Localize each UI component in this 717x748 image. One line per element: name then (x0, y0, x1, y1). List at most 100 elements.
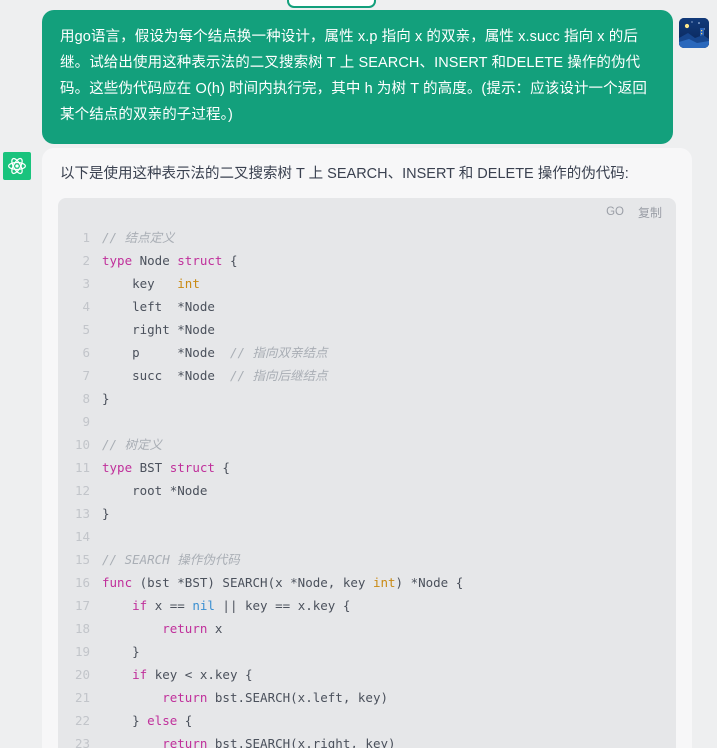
code-language-label: GO (606, 206, 624, 218)
code-line-number: 1 (82, 230, 90, 245)
partial-top-chip[interactable] (287, 0, 376, 8)
code-token: // 树定义 (102, 437, 163, 452)
code-token: return (162, 621, 208, 636)
assistant-avatar-atom (3, 152, 31, 180)
code-token: { (177, 713, 193, 728)
code-token: // 指向双亲结点 (229, 345, 328, 360)
code-line: 17 if x == nil || key == x.key { (58, 594, 676, 617)
code-token: { (222, 253, 238, 268)
code-line-number: 7 (82, 368, 90, 383)
code-token: key (102, 276, 178, 291)
code-token: struct (177, 253, 223, 268)
code-line-number: 17 (74, 598, 90, 613)
code-line-number: 9 (82, 414, 90, 429)
code-line: 13} (58, 502, 676, 525)
code-line: 15 // SEARCH 操作伪代码 (58, 548, 676, 571)
code-token: } (102, 713, 148, 728)
code-token: return (162, 690, 208, 705)
code-line-number: 10 (74, 437, 90, 452)
code-line-number: 4 (82, 299, 90, 314)
code-line-content: type BST struct { (102, 456, 676, 479)
code-line: 19 } (58, 640, 676, 663)
code-line: 23 return bst.SEARCH(x.right, key) (58, 732, 676, 748)
code-token: if (132, 598, 148, 613)
code-token: } (102, 644, 140, 659)
code-token: Node (132, 253, 178, 268)
code-token: right *Node (102, 322, 215, 337)
code-token: || key == x.key { (214, 598, 351, 613)
code-line-number: 6 (82, 345, 90, 360)
code-line-content: right *Node (102, 318, 676, 341)
code-token: x (207, 621, 223, 636)
chat-page: 用go语言，假设为每个结点换一种设计，属性 x.p 指向 x 的双亲，属性 x.… (0, 0, 717, 748)
code-line-content: // 树定义 (102, 433, 676, 456)
code-line: 21 return bst.SEARCH(x.left, key) (58, 686, 676, 709)
code-block-body[interactable]: 1// 结点定义 2 type Node struct {3 key int 4 le… (58, 226, 676, 748)
code-line-content: func (bst *BST) SEARCH(x *Node, key int)… (102, 571, 676, 594)
code-line: 2 type Node struct { (58, 249, 676, 272)
code-line-content: succ *Node // 指向后继结点 (102, 364, 676, 387)
code-token: key < x.key { (147, 667, 253, 682)
code-line-content: if key < x.key { (102, 663, 676, 686)
code-token: struct (169, 460, 215, 475)
code-line-content: key int (102, 272, 676, 295)
code-line-number: 16 (74, 575, 90, 590)
code-line-number: 19 (74, 644, 90, 659)
code-line-content: // SEARCH 操作伪代码 (102, 548, 676, 571)
code-token: nil (192, 598, 215, 613)
code-token: bst.SEARCH(x.right, key) (207, 736, 396, 748)
code-line-content: } else { (102, 709, 676, 732)
code-line: 20 if key < x.key { (58, 663, 676, 686)
code-token: ) *Node { (395, 575, 464, 590)
code-line-content: return bst.SEARCH(x.left, key) (102, 686, 676, 709)
code-token: } (102, 391, 110, 406)
code-token: BST (132, 460, 170, 475)
user-message-bubble: 用go语言，假设为每个结点换一种设计，属性 x.p 指向 x 的双亲，属性 x.… (42, 10, 673, 144)
code-token: else (147, 713, 178, 728)
code-line: 1 // 结点定义 (58, 226, 676, 249)
code-line: 18 return x (58, 617, 676, 640)
code-line: 8} (58, 387, 676, 410)
code-line: 12 root *Node (58, 479, 676, 502)
code-token: return (162, 736, 208, 748)
user-avatar-night-sky[interactable] (679, 18, 709, 48)
code-line-number: 11 (74, 460, 90, 475)
code-line: 16 func (bst *BST) SEARCH(x *Node, key in… (58, 571, 676, 594)
code-token: // 结点定义 (102, 230, 175, 245)
code-token: x == (147, 598, 193, 613)
code-token: root *Node (102, 483, 208, 498)
code-line: 6 p *Node // 指向双亲结点 (58, 341, 676, 364)
code-line-number: 14 (74, 529, 90, 544)
code-line-content: } (102, 640, 676, 663)
code-token: // SEARCH 操作伪代码 (102, 552, 240, 567)
code-line-content: if x == nil || key == x.key { (102, 594, 676, 617)
code-line-number: 2 (82, 253, 90, 268)
code-line: 10 // 树定义 (58, 433, 676, 456)
code-token: func (102, 575, 133, 590)
code-line: 14 (58, 525, 676, 548)
code-line-number: 3 (82, 276, 90, 291)
code-line: 7 succ *Node // 指向后继结点 (58, 364, 676, 387)
code-line: 9 (58, 410, 676, 433)
code-line: 3 key int (58, 272, 676, 295)
code-line-content: p *Node // 指向双亲结点 (102, 341, 676, 364)
code-line-content: type Node struct { (102, 249, 676, 272)
code-line-content (102, 525, 676, 548)
code-line: 11 type BST struct { (58, 456, 676, 479)
copy-code-button[interactable]: 复制 (638, 204, 662, 221)
code-block-header: GO 复制 (58, 198, 676, 226)
code-token: { (214, 460, 230, 475)
code-line-number: 22 (74, 713, 90, 728)
code-line-number: 18 (74, 621, 90, 636)
assistant-intro-text: 以下是使用这种表示法的二叉搜索树 T 上 SEARCH、INSERT 和 DEL… (60, 166, 629, 182)
code-token: left *Node (102, 299, 215, 314)
code-token: p *Node (102, 345, 230, 360)
code-line-number: 13 (74, 506, 90, 521)
code-token: int (372, 575, 396, 590)
code-line-content: return bst.SEARCH(x.right, key) (102, 732, 676, 748)
